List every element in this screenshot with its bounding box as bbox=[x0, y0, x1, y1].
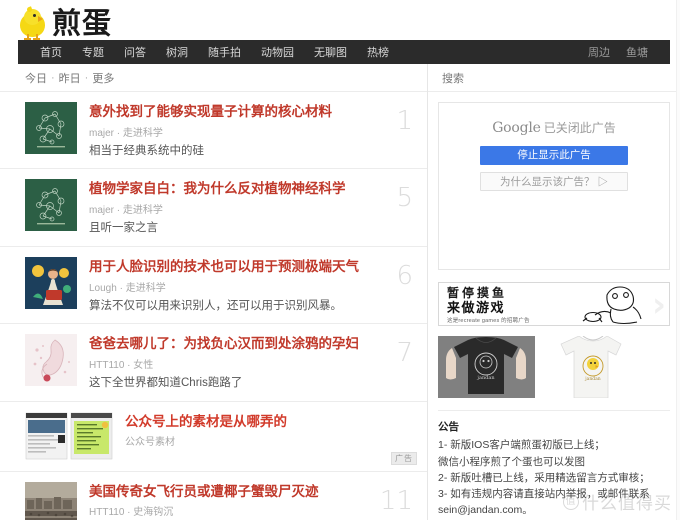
post-thumbnail[interactable] bbox=[25, 102, 77, 154]
white-tshirt[interactable]: jandan bbox=[543, 336, 640, 398]
post-meta: majer · 走进科学 bbox=[89, 205, 163, 217]
search-label[interactable]: 搜索 bbox=[428, 64, 680, 92]
post-body: 公众号上的素材是从哪弄的 公众号素材 bbox=[125, 412, 413, 454]
post-rank: 1 bbox=[396, 106, 413, 136]
svg-text:jandan: jandan bbox=[476, 375, 495, 381]
main-column: 今日 · 昨日 · 更多 意外找到了能够实现量子计算的核心材料 majer · … bbox=[0, 64, 428, 520]
post-meta: Lough · 走进科学 bbox=[89, 282, 166, 294]
site-logo[interactable]: 煎蛋 bbox=[18, 6, 113, 40]
post-list: 意外找到了能够实现量子计算的核心材料 majer · 走进科学 相当于经典系统中… bbox=[0, 92, 427, 520]
site-logo-text: 煎蛋 bbox=[52, 6, 113, 40]
nav-left-group: 首页 专题 问答 树洞 随手拍 动物园 无聊图 热榜 bbox=[18, 44, 399, 60]
post-body: 美国传奇女飞行员或遭椰子蟹毁尸灭迹 HTT110 · 史海钩沉 椰子蟹有时被称为… bbox=[89, 482, 372, 520]
date-sep-1: · bbox=[51, 71, 55, 84]
chick-icon bbox=[18, 6, 48, 40]
table-row[interactable]: 用于人脸识别的技术也可以用于预测极端天气 Lough · 走进科学 算法不仅可以… bbox=[0, 247, 427, 325]
post-title[interactable]: 植物学家自白：我为什么反对植物神经科学 bbox=[89, 180, 379, 198]
post-rank: 6 bbox=[396, 260, 413, 291]
why-this-ad-button[interactable]: 为什么显示该广告？ ▷ bbox=[480, 172, 628, 191]
announcement-block: 公告 1- 新版IOS客户端煎蛋初版已上线； 微信小程序煎了个蛋也可以发图 2-… bbox=[438, 410, 670, 519]
nav-item-merch[interactable]: 周边 bbox=[580, 44, 618, 60]
post-title[interactable]: 用于人脸识别的技术也可以用于预测极端天气 bbox=[89, 258, 379, 276]
post-description: 相当于经典系统中的硅 bbox=[89, 144, 204, 157]
chevron-right-icon[interactable]: › bbox=[652, 288, 674, 324]
nav-item-qa[interactable]: 问答 bbox=[114, 44, 156, 60]
post-meta: majer · 走进科学 bbox=[89, 127, 163, 139]
post-body: 植物学家自白：我为什么反对植物神经科学 majer · 走进科学 且听一家之言 bbox=[89, 179, 379, 235]
google-ad-panel: Google 已关闭此广告 停止显示此广告 为什么显示该广告？ ▷ bbox=[438, 102, 670, 270]
post-thumbnail[interactable] bbox=[25, 481, 77, 520]
announcement-title: 公告 bbox=[438, 421, 459, 433]
nav-right-group: 周边 鱼塘 bbox=[580, 44, 656, 60]
content-area: 今日 · 昨日 · 更多 意外找到了能够实现量子计算的核心材料 majer · … bbox=[0, 64, 680, 520]
post-title[interactable]: 美国传奇女飞行员或遭椰子蟹毁尸灭迹 bbox=[89, 483, 372, 501]
recruitment-banner-ad[interactable]: 暂停摸鱼 来做游戏 这是recreate games 的招聘广告 bbox=[438, 282, 670, 326]
post-meta: HTT110 · 史海钩沉 bbox=[89, 507, 174, 519]
post-title[interactable]: 爸爸去哪儿了：为找负心汉而到处涂鸦的孕妇 bbox=[89, 335, 379, 353]
main-nav: 首页 专题 问答 树洞 随手拍 动物园 无聊图 热榜 周边 鱼塘 bbox=[18, 40, 670, 64]
post-rank: 11 bbox=[379, 485, 413, 516]
date-filter-more[interactable]: 更多 bbox=[92, 70, 114, 86]
google-logo: Google bbox=[492, 120, 541, 136]
banner-line-2: 来做游戏 bbox=[447, 300, 506, 315]
post-thumbnail[interactable] bbox=[25, 256, 77, 309]
post-rank: 5 bbox=[396, 183, 413, 214]
banner-disclaimer: 这是recreate games 的招聘广告 bbox=[447, 318, 530, 324]
post-meta: HTT110 · 女性 bbox=[89, 360, 154, 371]
nav-item-zoo[interactable]: 动物园 bbox=[251, 44, 304, 60]
svg-text:jandan: jandan bbox=[584, 376, 601, 382]
date-filter-today[interactable]: 今日 bbox=[25, 70, 47, 86]
post-meta: 公众号素材 bbox=[125, 437, 175, 449]
banner-character-icon bbox=[577, 285, 663, 325]
announcement-line-4: 3- 如有违规内容请直接站内举报，或邮件联系 bbox=[438, 488, 650, 501]
nav-item-hot[interactable]: 热榜 bbox=[357, 44, 399, 60]
banner-line-1: 暂停摸鱼 bbox=[447, 286, 508, 300]
table-row[interactable]: 植物学家自白：我为什么反对植物神经科学 majer · 走进科学 且听一家之言 … bbox=[0, 169, 427, 247]
date-filter-bar: 今日 · 昨日 · 更多 bbox=[0, 64, 427, 92]
date-filter-yesterday[interactable]: 昨日 bbox=[59, 70, 81, 86]
nav-item-snapshot[interactable]: 随手拍 bbox=[198, 44, 251, 60]
post-title[interactable]: 公众号上的素材是从哪弄的 bbox=[125, 413, 413, 431]
sidebar: 搜索 Google 已关闭此广告 停止显示此广告 为什么显示该广告？ ▷ 暂停摸鱼… bbox=[428, 64, 680, 520]
post-thumbnail[interactable] bbox=[25, 334, 77, 387]
post-body: 用于人脸识别的技术也可以用于预测极端天气 Lough · 走进科学 算法不仅可以… bbox=[89, 257, 379, 313]
nav-item-treehole[interactable]: 树洞 bbox=[156, 44, 198, 60]
google-ad-headline-text: 已关闭此广告 bbox=[543, 121, 616, 135]
page-right-edge bbox=[676, 0, 680, 520]
site-header: 煎蛋 bbox=[0, 0, 680, 40]
post-rank: 7 bbox=[396, 338, 413, 369]
post-title[interactable]: 意外找到了能够实现量子计算的核心材料 bbox=[89, 103, 379, 121]
table-row-sponsored[interactable]: 公众号上的素材是从哪弄的 公众号素材 广告 bbox=[0, 402, 427, 472]
post-body: 爸爸去哪儿了：为找负心汉而到处涂鸦的孕妇 HTT110 · 女性 这下全世界都知… bbox=[89, 334, 379, 390]
announcement-line-3: 2- 新版吐槽已上线，采用精选留言方式审核； bbox=[438, 471, 650, 484]
table-row[interactable]: 爸爸去哪儿了：为找负心汉而到处涂鸦的孕妇 HTT110 · 女性 这下全世界都知… bbox=[0, 324, 427, 402]
post-description: 且听一家之言 bbox=[89, 222, 158, 235]
table-row[interactable]: 美国传奇女飞行员或遭椰子蟹毁尸灭迹 HTT110 · 史海钩沉 椰子蟹有时被称为… bbox=[0, 472, 427, 520]
nav-item-pond[interactable]: 鱼塘 bbox=[618, 44, 656, 60]
nav-item-home[interactable]: 首页 bbox=[30, 44, 72, 60]
black-tshirt[interactable]: jandan bbox=[438, 336, 535, 398]
date-sep-2: · bbox=[84, 71, 89, 84]
status-badge: 广告 bbox=[391, 451, 417, 465]
google-ad-headline: Google 已关闭此广告 bbox=[453, 119, 655, 136]
nav-item-topic[interactable]: 专题 bbox=[72, 44, 114, 60]
table-row[interactable]: 意外找到了能够实现量子计算的核心材料 majer · 走进科学 相当于经典系统中… bbox=[0, 92, 427, 170]
announcement-line-1: 1- 新版IOS客户端煎蛋初版已上线； bbox=[438, 439, 605, 452]
merch-shirts: jandan jandan bbox=[438, 336, 670, 398]
announcement-line-2: 微信小程序煎了个蛋也可以发图 bbox=[438, 455, 585, 468]
post-thumbnail[interactable] bbox=[25, 411, 113, 460]
post-description: 算法不仅可以用来识别人，还可以用于识别风暴。 bbox=[89, 299, 342, 312]
page-root: 煎蛋 首页 专题 问答 树洞 随手拍 动物园 无聊图 热榜 周边 鱼塘 今日 ·… bbox=[0, 0, 680, 520]
post-thumbnail[interactable] bbox=[25, 179, 77, 232]
post-description: 这下全世界都知道Chris跑路了 bbox=[89, 377, 243, 389]
banner-text-block: 暂停摸鱼 来做游戏 这是recreate games 的招聘广告 bbox=[447, 286, 530, 324]
stop-showing-ad-button[interactable]: 停止显示此广告 bbox=[480, 146, 628, 165]
announcement-email: sein@jandan.com。 bbox=[438, 504, 533, 517]
post-body: 意外找到了能够实现量子计算的核心材料 majer · 走进科学 相当于经典系统中… bbox=[89, 102, 379, 158]
sidebar-content: Google 已关闭此广告 停止显示此广告 为什么显示该广告？ ▷ 暂停摸鱼 来做… bbox=[428, 92, 680, 519]
nav-item-boringpic[interactable]: 无聊图 bbox=[304, 44, 357, 60]
